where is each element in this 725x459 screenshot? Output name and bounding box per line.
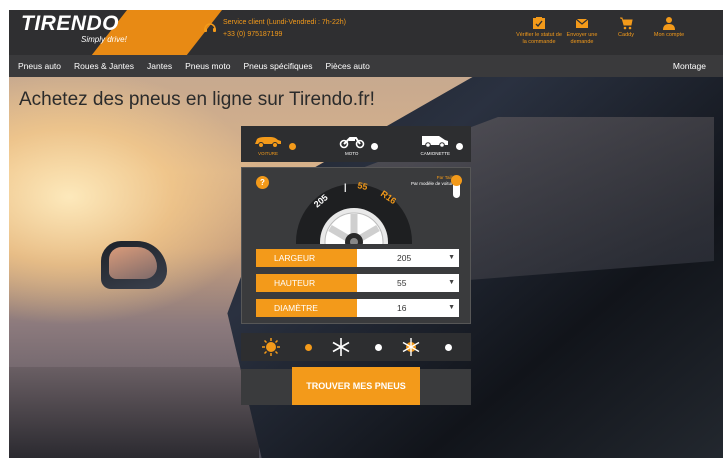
logo[interactable]: TIRENDO Simply drive! [21,12,131,45]
all-season-icon [402,338,419,356]
width-value[interactable]: 205 ▼ [357,249,459,267]
tire-sep-label: | [344,182,347,192]
headset-icon [204,23,216,32]
season-radio-all[interactable] [444,343,452,351]
hero-title: Achetez des pneus en ligne sur Tirendo.f… [19,89,375,110]
season-option-all[interactable] [401,337,452,357]
find-panel: TROUVER MES PNEUS [241,367,471,405]
height-value[interactable]: 55 ▼ [357,274,459,292]
vehicle-radio-moto[interactable] [370,142,378,150]
send-request-link[interactable]: Envoyer une demande [559,16,605,46]
nav-item-pneus-moto[interactable]: Pneus moto [185,61,230,71]
diameter-label: DIAMÈTRE [256,299,357,317]
tire-height-label: 55 [357,180,369,192]
nav-item-roues-jantes[interactable]: Roues & Jantes [74,61,134,71]
account-link[interactable]: Mon compte [646,16,692,39]
logo-wordmark: TIRENDO [21,12,119,35]
chevron-down-icon: ▼ [448,304,455,311]
service-phone[interactable]: +33 (0) 975187199 [223,29,346,41]
height-select[interactable]: HAUTEUR 55 ▼ [256,274,459,292]
tire-diagram: 205 | 55 R16 [296,180,412,244]
chevron-down-icon: ▼ [448,279,455,286]
nav-item-montage[interactable]: Montage [673,61,706,71]
sun-icon [261,338,280,356]
width-select[interactable]: LARGEUR 205 ▼ [256,249,459,267]
user-icon [663,17,675,30]
mail-icon [575,18,589,28]
page: TIRENDO Simply drive! Service client (Lu… [9,10,723,458]
main-nav: Pneus auto Roues & Jantes Jantes Pneus m… [9,55,723,77]
vehicle-radio-car[interactable] [289,142,296,150]
tyre-finder: VOITURE MOTO CAMIONETTE ? Par Taille Par… [241,126,471,405]
diameter-select[interactable]: DIAMÈTRE 16 ▼ [256,299,459,317]
vehicle-selector: VOITURE MOTO CAMIONETTE [241,126,471,162]
season-option-summer[interactable] [261,337,312,357]
chevron-down-icon: ▼ [448,254,455,261]
hero-landscape [9,367,259,458]
search-mode-toggle[interactable] [451,175,462,198]
logo-tagline: Simply drive! [81,35,127,44]
help-icon[interactable]: ? [256,176,269,189]
width-label: LARGEUR [256,249,357,267]
service-hours: Service client (Lundi-Vendredi : 7h-22h) [223,19,346,26]
car-icon [255,136,281,148]
size-panel: ? Par Taille Par modèle de voiture 205 |… [241,167,471,324]
vehicle-radio-van[interactable] [455,142,463,150]
season-option-winter[interactable] [331,337,382,357]
order-status-link[interactable]: Vérifier le statut de la commande [516,16,562,46]
snowflake-icon [332,338,349,356]
vehicle-option-van[interactable]: CAMIONETTE [420,133,463,156]
height-label: HAUTEUR [256,274,357,292]
hero-car-mirror [101,241,167,289]
nav-item-jantes[interactable]: Jantes [147,61,172,71]
season-radio-summer[interactable] [304,343,312,351]
cart-link[interactable]: Caddy [603,16,649,39]
diameter-value[interactable]: 16 ▼ [357,299,459,317]
cart-icon [620,17,633,30]
order-status-icon [533,17,545,29]
season-radio-winter[interactable] [374,343,382,351]
customer-service: Service client (Lundi-Vendredi : 7h-22h)… [203,17,346,41]
nav-item-pneus-auto[interactable]: Pneus auto [18,61,61,71]
season-selector [241,333,471,361]
motorcycle-icon [339,136,365,148]
van-icon [422,135,449,148]
vehicle-option-moto[interactable]: MOTO [339,133,378,156]
top-header: TIRENDO Simply drive! Service client (Lu… [9,10,723,55]
nav-item-pneus-specifiques[interactable]: Pneus spécifiques [243,61,312,71]
vehicle-option-car[interactable]: VOITURE [253,133,296,156]
find-tyres-button[interactable]: TROUVER MES PNEUS [292,367,420,405]
nav-item-pieces-auto[interactable]: Pièces auto [325,61,369,71]
